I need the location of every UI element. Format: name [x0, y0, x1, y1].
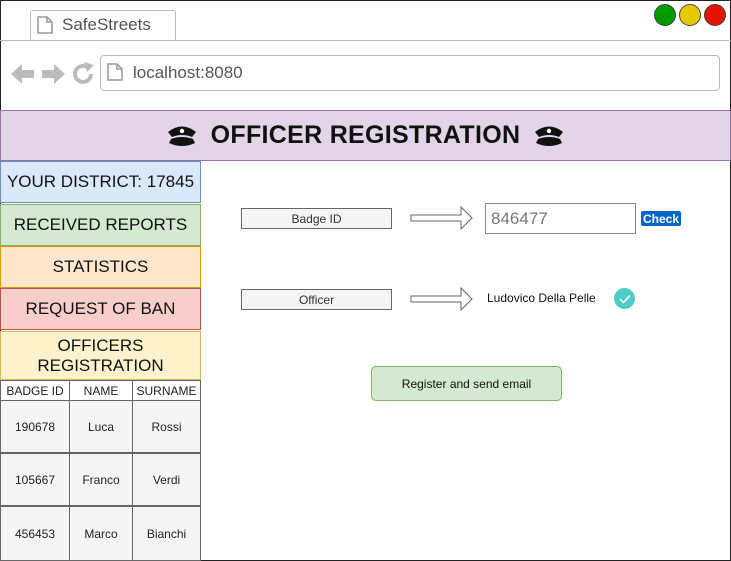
- check-button[interactable]: Check: [641, 211, 681, 226]
- table-cell[interactable]: Marco: [69, 506, 133, 561]
- reload-icon[interactable]: [70, 61, 96, 87]
- badge-id-label: Badge ID: [241, 208, 392, 229]
- table-cell[interactable]: 456453: [0, 506, 70, 561]
- cell-text: Verdi: [152, 472, 181, 487]
- police-cap-icon: [535, 126, 564, 146]
- table-cell[interactable]: Franco: [69, 453, 133, 506]
- police-cap-icon: [167, 126, 196, 146]
- officer-label-text: Officer: [298, 292, 335, 307]
- window-maximize-button[interactable]: [654, 4, 676, 26]
- column-header-label: SURNAME: [136, 383, 197, 398]
- cell-text: Franco: [82, 472, 120, 487]
- sidebar-item-district[interactable]: YOUR DISTRICT: 17845: [0, 161, 201, 203]
- sidebar-item-label: REQUEST OF BAN: [25, 299, 176, 318]
- column-header-label: BADGE ID: [6, 383, 64, 398]
- page-icon: [107, 63, 123, 81]
- column-header-label: NAME: [83, 383, 119, 398]
- arrow-right-icon: [410, 205, 473, 231]
- column-header-name: NAME: [69, 380, 133, 401]
- cell-text: 190678: [14, 419, 56, 434]
- cell-text: Marco: [84, 526, 118, 541]
- window-close-button[interactable]: [704, 4, 726, 26]
- checkmark-icon: [614, 288, 635, 309]
- cell-text: 456453: [14, 526, 56, 541]
- sidebar-item-statistics[interactable]: STATISTICS: [0, 246, 201, 288]
- cell-text: Bianchi: [146, 526, 187, 541]
- table-cell[interactable]: Bianchi: [132, 506, 201, 561]
- arrow-right-icon: [410, 286, 473, 312]
- table-cell[interactable]: Luca: [69, 400, 133, 453]
- cell-text: Rossi: [151, 419, 182, 434]
- sidebar-item-label: STATISTICS: [52, 257, 149, 276]
- table-cell[interactable]: 105667: [0, 453, 70, 506]
- check-button-label: Check: [642, 211, 680, 226]
- sidebar-item-request-of-ban[interactable]: REQUEST OF BAN: [0, 288, 201, 330]
- window-minimize-button[interactable]: [679, 4, 701, 26]
- sidebar-item-label: YOUR DISTRICT: 17845: [6, 172, 195, 191]
- url-text: localhost:8080: [133, 63, 243, 82]
- register-and-send-email-button[interactable]: Register and send email: [371, 366, 562, 401]
- forward-icon[interactable]: [40, 62, 66, 86]
- sidebar-item-label: OFFICERS REGISTRATION: [37, 335, 164, 375]
- tab-title: SafeStreets: [62, 15, 151, 34]
- cell-text: Luca: [87, 419, 115, 434]
- column-header-badge-id: BADGE ID: [0, 380, 70, 401]
- badge-id-label-text: Badge ID: [291, 211, 342, 226]
- sidebar-item-officers-registration[interactable]: OFFICERS REGISTRATION: [0, 331, 201, 380]
- register-button-label: Register and send email: [401, 376, 532, 391]
- sidebar-item-label: RECEIVED REPORTS: [13, 215, 188, 234]
- page-icon: [37, 16, 53, 34]
- table-cell[interactable]: Rossi: [132, 400, 201, 453]
- cell-text: 105667: [14, 472, 56, 487]
- badge-id-value: 846477: [491, 208, 548, 228]
- officer-name: Ludovico Della Pelle: [487, 291, 596, 305]
- table-cell[interactable]: 190678: [0, 400, 70, 453]
- page-header: OFFICER REGISTRATION: [0, 110, 731, 161]
- officer-label: Officer: [241, 289, 392, 310]
- table-cell[interactable]: Verdi: [132, 453, 201, 506]
- sidebar-item-received-reports[interactable]: RECEIVED REPORTS: [0, 204, 201, 246]
- page-title: OFFICER REGISTRATION: [210, 121, 521, 149]
- back-icon[interactable]: [10, 62, 36, 86]
- column-header-surname: SURNAME: [132, 380, 201, 401]
- badge-id-input[interactable]: 846477: [485, 203, 636, 234]
- tab-divider: [0, 40, 731, 41]
